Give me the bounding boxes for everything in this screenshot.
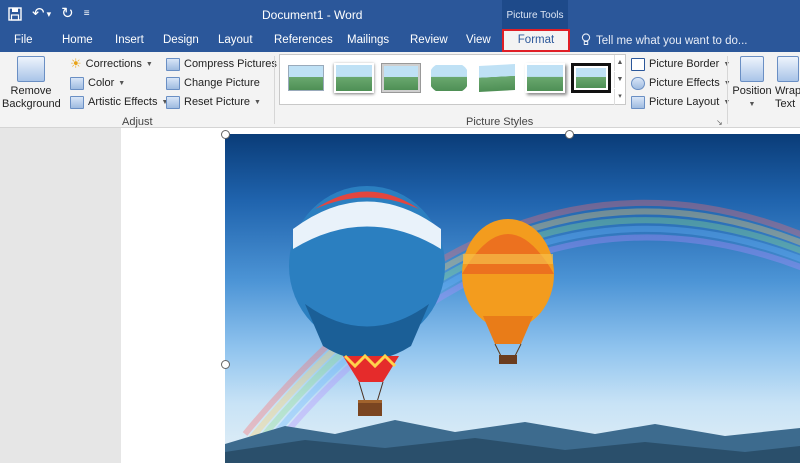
wrap-text-button[interactable]: Wrap Text [775,56,800,111]
chevron-down-icon: ▼ [748,101,756,108]
tab-file[interactable]: File [14,29,33,52]
picture-layout-icon [631,95,645,109]
title-bar: ↶ ▾ ↻ ≡ Document1 - Word Picture Tools [0,0,800,29]
color-label: Color [88,77,115,89]
position-icon [740,56,764,82]
picture-styles-dialog-launcher-icon[interactable]: ↘ [716,118,723,127]
remove-background-label: Remove [10,85,52,97]
corrections-button[interactable]: ☀ Corrections ▼ [70,55,153,73]
corrections-icon: ☀ [70,56,82,71]
tab-design[interactable]: Design [163,29,199,52]
resize-handle-top-left[interactable] [221,130,230,139]
position-button[interactable]: Position ▼ [732,56,772,111]
redo-icon[interactable]: ↻ [61,4,74,24]
reset-picture-label: Reset Picture [184,96,251,108]
tab-mailings[interactable]: Mailings [347,29,389,52]
tab-view[interactable]: View [466,29,491,52]
picture-style-thumbnail[interactable] [525,63,565,93]
artistic-effects-button[interactable]: Artistic Effects ▼ [70,93,168,111]
quick-access-toolbar: ↶ ▾ ↻ ≡ [8,4,90,24]
picture-effects-label: Picture Effects [649,77,720,89]
picture-styles-gallery[interactable] [279,54,626,105]
picture-style-thumbnail[interactable] [286,63,326,93]
remove-background-label-2: Background [2,98,61,110]
chevron-down-icon: ▼ [118,79,126,87]
wrap-text-icon [777,56,799,82]
wrap-text-label-2: Text [775,98,796,110]
picture-styles-group-label: Picture Styles [466,116,534,128]
picture-border-button[interactable]: Picture Border ▼ [631,55,730,73]
adjust-group-label: Adjust [122,116,153,128]
tab-format[interactable]: Format [502,29,570,52]
picture-style-thumbnail[interactable] [334,63,374,93]
tab-review[interactable]: Review [410,29,448,52]
position-label: Position [732,85,772,97]
undo-icon[interactable]: ↶ ▾ [32,4,51,24]
resize-handle-top-center[interactable] [565,130,574,139]
picture-style-thumbnail-selected[interactable] [571,63,611,93]
picture-layout-label: Picture Layout [649,96,720,108]
compress-pictures-icon [166,57,180,71]
compress-pictures-button[interactable]: Compress Pictures [166,55,277,73]
change-picture-icon [166,76,180,90]
artistic-effects-label: Artistic Effects [88,96,158,108]
chevron-down-icon: ▼ [145,60,153,68]
compress-pictures-label: Compress Pictures [184,58,277,70]
wrap-text-label: Wrap [775,85,800,97]
tell-me-search[interactable]: Tell me what you want to do... [581,33,748,49]
tab-layout[interactable]: Layout [218,29,253,52]
remove-background-icon [17,56,45,82]
picture-effects-button[interactable]: Picture Effects ▼ [631,74,731,92]
hot-air-balloons-image [225,186,800,463]
tab-home[interactable]: Home [62,29,93,52]
remove-background-button[interactable]: Remove Background [2,56,61,111]
inserted-picture[interactable] [225,134,800,463]
gallery-scroll-up-icon[interactable]: ▲ [614,55,625,71]
chevron-down-icon: ▼ [254,98,261,106]
change-picture-button[interactable]: Change Picture [166,74,260,92]
resize-handle-middle-left[interactable] [221,360,230,369]
tab-insert[interactable]: Insert [115,29,144,52]
corrections-label: Corrections [85,58,142,70]
lightbulb-icon [581,33,591,49]
reset-picture-icon [166,95,180,109]
picture-layout-button[interactable]: Picture Layout ▼ [631,93,730,111]
picture-tools-context-label: Picture Tools [502,0,568,29]
group-divider [274,56,275,124]
picture-style-thumbnail[interactable] [429,63,469,93]
color-icon [70,76,84,90]
color-button[interactable]: Color ▼ [70,74,125,92]
change-picture-label: Change Picture [184,77,260,89]
save-icon[interactable] [8,4,22,24]
tab-references[interactable]: References [274,29,333,52]
picture-border-icon [631,57,645,71]
customize-qat-icon[interactable]: ≡ [84,4,90,24]
artistic-effects-icon [70,95,84,109]
ribbon-tab-bar: File Home Insert Design Layout Reference… [0,29,800,52]
group-divider [727,56,728,124]
tell-me-placeholder: Tell me what you want to do... [596,35,748,47]
picture-style-thumbnail[interactable] [477,62,517,94]
gallery-more-icon[interactable]: ▾ [614,89,625,105]
gallery-scroll-down-icon[interactable]: ▼ [614,72,625,88]
reset-picture-button[interactable]: Reset Picture ▼ [166,93,261,111]
picture-effects-icon [631,76,645,90]
picture-border-label: Picture Border [649,58,720,70]
picture-style-thumbnail[interactable] [381,63,421,93]
document-title: Document1 - Word [262,8,363,22]
